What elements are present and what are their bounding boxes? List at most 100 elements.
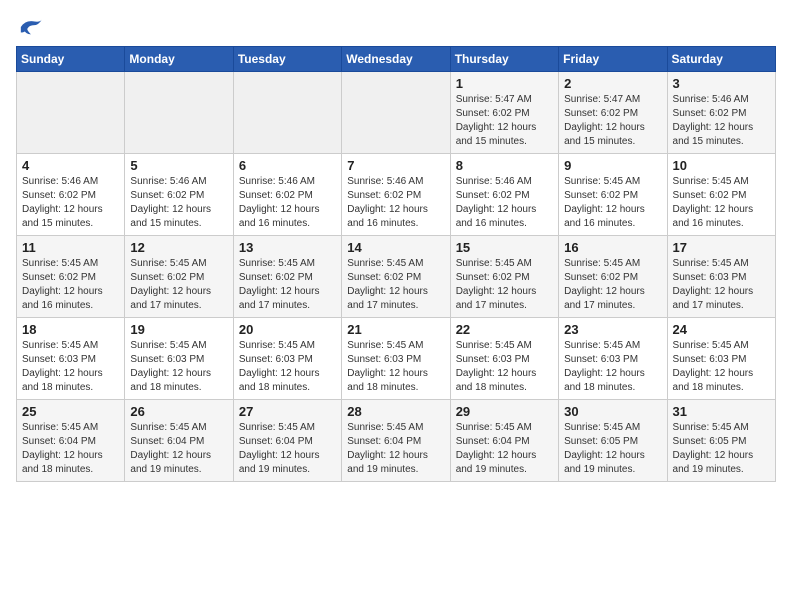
day-info: Sunrise: 5:45 AM Sunset: 6:03 PM Dayligh… xyxy=(239,339,336,395)
header-day-friday: Friday xyxy=(559,47,667,72)
header-day-wednesday: Wednesday xyxy=(342,47,450,72)
header-day-thursday: Thursday xyxy=(450,47,558,72)
week-row-2: 4Sunrise: 5:46 AM Sunset: 6:02 PM Daylig… xyxy=(17,154,776,236)
day-number: 12 xyxy=(130,240,227,255)
day-number: 14 xyxy=(347,240,444,255)
day-info: Sunrise: 5:45 AM Sunset: 6:03 PM Dayligh… xyxy=(456,339,553,395)
calendar-cell: 10 Sunrise: 5:45 AM Sunset: 6:02 PM Dayli… xyxy=(667,154,775,236)
calendar-cell: 4Sunrise: 5:46 AM Sunset: 6:02 PM Daylig… xyxy=(17,154,125,236)
day-number: 10 xyxy=(673,158,770,173)
day-number: 31 xyxy=(673,404,770,419)
calendar-cell xyxy=(17,72,125,154)
day-number: 25 xyxy=(22,404,119,419)
day-info: Sunrise: 5:45 AM Sunset: 6:03 PM Dayligh… xyxy=(673,339,770,395)
calendar-cell: 8Sunrise: 5:46 AM Sunset: 6:02 PM Daylig… xyxy=(450,154,558,236)
day-number: 16 xyxy=(564,240,661,255)
calendar-cell xyxy=(233,72,341,154)
week-row-3: 11 Sunrise: 5:45 AM Sunset: 6:02 PM Dayli… xyxy=(17,236,776,318)
day-number: 5 xyxy=(130,158,227,173)
day-number: 20 xyxy=(239,322,336,337)
calendar-cell: 27 Sunrise: 5:45 AM Sunset: 6:04 PM Dayli… xyxy=(233,400,341,482)
day-info: Sunrise: 5:45 AM Sunset: 6:03 PM Dayligh… xyxy=(22,339,119,395)
calendar-cell: 26 Sunrise: 5:45 AM Sunset: 6:04 PM Dayli… xyxy=(125,400,233,482)
day-info: Sunrise: 5:45 AM Sunset: 6:02 PM Dayligh… xyxy=(239,257,336,313)
day-number: 19 xyxy=(130,322,227,337)
calendar-cell: 2 Sunrise: 5:47 AM Sunset: 6:02 PM Daylig… xyxy=(559,72,667,154)
header-day-saturday: Saturday xyxy=(667,47,775,72)
day-info: Sunrise: 5:46 AM Sunset: 6:02 PM Dayligh… xyxy=(239,175,336,231)
calendar-cell: 31 Sunrise: 5:45 AM Sunset: 6:05 PM Dayli… xyxy=(667,400,775,482)
day-number: 1 xyxy=(456,76,553,91)
day-info: Sunrise: 5:46 AM Sunset: 6:02 PM Dayligh… xyxy=(347,175,444,231)
day-number: 3 xyxy=(673,76,770,91)
day-number: 11 xyxy=(22,240,119,255)
day-info: Sunrise: 5:45 AM Sunset: 6:05 PM Dayligh… xyxy=(673,421,770,477)
day-info: Sunrise: 5:45 AM Sunset: 6:02 PM Dayligh… xyxy=(673,175,770,231)
day-info: Sunrise: 5:45 AM Sunset: 6:04 PM Dayligh… xyxy=(347,421,444,477)
day-info: Sunrise: 5:45 AM Sunset: 6:04 PM Dayligh… xyxy=(239,421,336,477)
header-day-sunday: Sunday xyxy=(17,47,125,72)
calendar-cell: 6Sunrise: 5:46 AM Sunset: 6:02 PM Daylig… xyxy=(233,154,341,236)
calendar-cell: 7 Sunrise: 5:46 AM Sunset: 6:02 PM Daylig… xyxy=(342,154,450,236)
day-info: Sunrise: 5:47 AM Sunset: 6:02 PM Dayligh… xyxy=(564,93,661,149)
day-info: Sunrise: 5:45 AM Sunset: 6:02 PM Dayligh… xyxy=(564,257,661,313)
calendar-cell: 11 Sunrise: 5:45 AM Sunset: 6:02 PM Dayli… xyxy=(17,236,125,318)
day-info: Sunrise: 5:45 AM Sunset: 6:02 PM Dayligh… xyxy=(130,257,227,313)
day-number: 27 xyxy=(239,404,336,419)
day-info: Sunrise: 5:45 AM Sunset: 6:03 PM Dayligh… xyxy=(347,339,444,395)
calendar-table: SundayMondayTuesdayWednesdayThursdayFrid… xyxy=(16,46,776,482)
day-number: 17 xyxy=(673,240,770,255)
day-number: 29 xyxy=(456,404,553,419)
calendar-cell: 21 Sunrise: 5:45 AM Sunset: 6:03 PM Dayli… xyxy=(342,318,450,400)
calendar-cell: 15Sunrise: 5:45 AM Sunset: 6:02 PM Dayli… xyxy=(450,236,558,318)
logo-icon xyxy=(16,16,44,38)
day-info: Sunrise: 5:45 AM Sunset: 6:03 PM Dayligh… xyxy=(564,339,661,395)
calendar-cell: 30 Sunrise: 5:45 AM Sunset: 6:05 PM Dayli… xyxy=(559,400,667,482)
calendar-cell xyxy=(342,72,450,154)
calendar-cell: 5Sunrise: 5:46 AM Sunset: 6:02 PM Daylig… xyxy=(125,154,233,236)
day-number: 7 xyxy=(347,158,444,173)
calendar-cell: 13Sunrise: 5:45 AM Sunset: 6:02 PM Dayli… xyxy=(233,236,341,318)
calendar-cell: 20 Sunrise: 5:45 AM Sunset: 6:03 PM Dayli… xyxy=(233,318,341,400)
calendar-cell: 1 Sunrise: 5:47 AM Sunset: 6:02 PM Daylig… xyxy=(450,72,558,154)
calendar-cell: 22 Sunrise: 5:45 AM Sunset: 6:03 PM Dayli… xyxy=(450,318,558,400)
day-info: Sunrise: 5:47 AM Sunset: 6:02 PM Dayligh… xyxy=(456,93,553,149)
day-info: Sunrise: 5:45 AM Sunset: 6:04 PM Dayligh… xyxy=(456,421,553,477)
header-row: SundayMondayTuesdayWednesdayThursdayFrid… xyxy=(17,47,776,72)
week-row-4: 18 Sunrise: 5:45 AM Sunset: 6:03 PM Dayli… xyxy=(17,318,776,400)
day-number: 26 xyxy=(130,404,227,419)
day-info: Sunrise: 5:45 AM Sunset: 6:04 PM Dayligh… xyxy=(22,421,119,477)
day-number: 9 xyxy=(564,158,661,173)
day-info: Sunrise: 5:45 AM Sunset: 6:03 PM Dayligh… xyxy=(130,339,227,395)
logo xyxy=(16,16,48,38)
day-info: Sunrise: 5:45 AM Sunset: 6:05 PM Dayligh… xyxy=(564,421,661,477)
week-row-1: 1 Sunrise: 5:47 AM Sunset: 6:02 PM Daylig… xyxy=(17,72,776,154)
day-number: 28 xyxy=(347,404,444,419)
day-info: Sunrise: 5:46 AM Sunset: 6:02 PM Dayligh… xyxy=(673,93,770,149)
calendar-header: SundayMondayTuesdayWednesdayThursdayFrid… xyxy=(17,47,776,72)
day-info: Sunrise: 5:45 AM Sunset: 6:04 PM Dayligh… xyxy=(130,421,227,477)
header-day-monday: Monday xyxy=(125,47,233,72)
calendar-cell: 12 Sunrise: 5:45 AM Sunset: 6:02 PM Dayli… xyxy=(125,236,233,318)
day-number: 30 xyxy=(564,404,661,419)
calendar-body: 1 Sunrise: 5:47 AM Sunset: 6:02 PM Daylig… xyxy=(17,72,776,482)
calendar-cell: 3 Sunrise: 5:46 AM Sunset: 6:02 PM Daylig… xyxy=(667,72,775,154)
day-number: 21 xyxy=(347,322,444,337)
week-row-5: 25 Sunrise: 5:45 AM Sunset: 6:04 PM Dayli… xyxy=(17,400,776,482)
calendar-cell: 18 Sunrise: 5:45 AM Sunset: 6:03 PM Dayli… xyxy=(17,318,125,400)
calendar-cell: 9 Sunrise: 5:45 AM Sunset: 6:02 PM Daylig… xyxy=(559,154,667,236)
calendar-cell: 23Sunrise: 5:45 AM Sunset: 6:03 PM Dayli… xyxy=(559,318,667,400)
day-info: Sunrise: 5:46 AM Sunset: 6:02 PM Dayligh… xyxy=(456,175,553,231)
day-info: Sunrise: 5:45 AM Sunset: 6:02 PM Dayligh… xyxy=(564,175,661,231)
day-info: Sunrise: 5:46 AM Sunset: 6:02 PM Dayligh… xyxy=(22,175,119,231)
day-number: 22 xyxy=(456,322,553,337)
day-number: 18 xyxy=(22,322,119,337)
calendar-cell: 24 Sunrise: 5:45 AM Sunset: 6:03 PM Dayli… xyxy=(667,318,775,400)
day-number: 2 xyxy=(564,76,661,91)
calendar-cell: 19 Sunrise: 5:45 AM Sunset: 6:03 PM Dayli… xyxy=(125,318,233,400)
calendar-cell: 28 Sunrise: 5:45 AM Sunset: 6:04 PM Dayli… xyxy=(342,400,450,482)
day-number: 24 xyxy=(673,322,770,337)
day-info: Sunrise: 5:45 AM Sunset: 6:03 PM Dayligh… xyxy=(673,257,770,313)
day-number: 15 xyxy=(456,240,553,255)
day-info: Sunrise: 5:45 AM Sunset: 6:02 PM Dayligh… xyxy=(22,257,119,313)
